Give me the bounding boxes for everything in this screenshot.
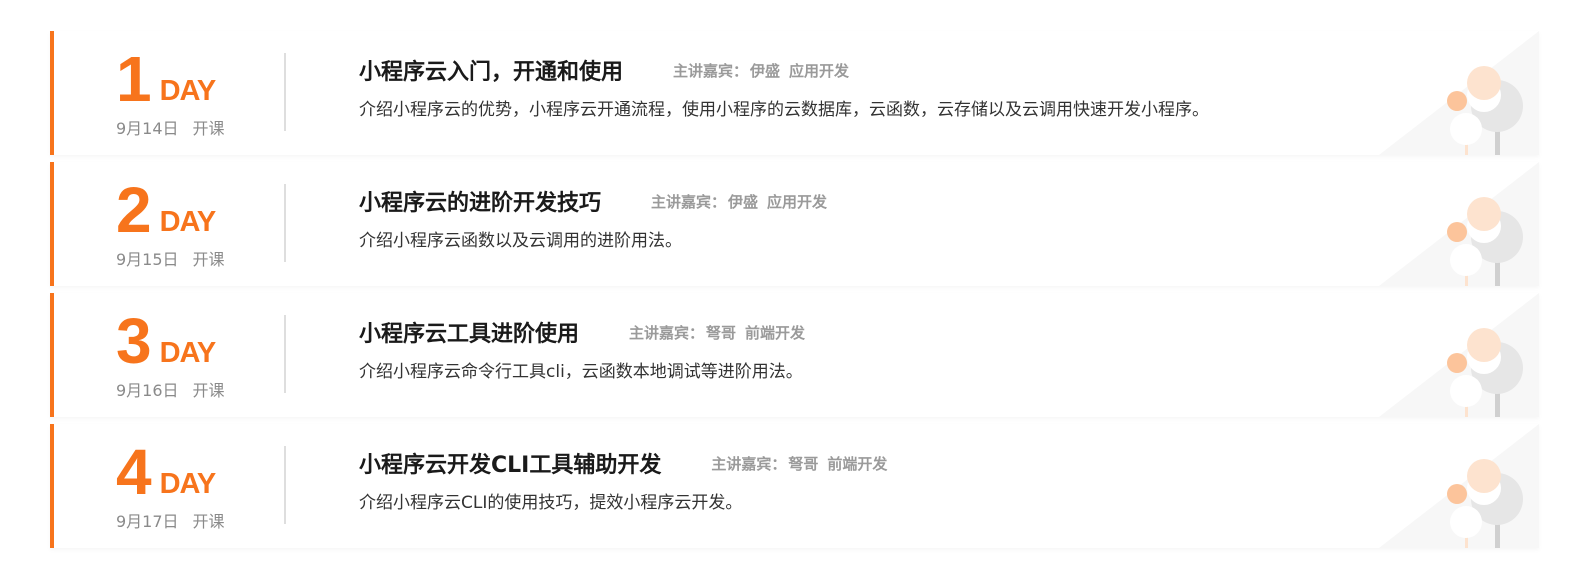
day-label: DAY — [159, 75, 217, 107]
speaker-label: 主讲嘉宾： — [711, 454, 787, 473]
speaker-role: 前端开发 — [827, 454, 888, 473]
course-description: 介绍小程序云CLI的使用技巧，提效小程序云开发。 — [359, 493, 743, 513]
tree-illustration-icon — [1379, 31, 1539, 155]
date-text: 9月16日 — [116, 381, 179, 400]
course-title: 小程序云开发CLI工具辅助开发 — [359, 453, 662, 478]
speaker-name: 伊盛 — [750, 61, 781, 80]
speaker-info: 主讲嘉宾： 弩哥 前端开发 — [711, 453, 887, 474]
speaker-name: 弩哥 — [788, 454, 819, 473]
day-badge: 3 DAY 9月16日 开课 — [116, 305, 256, 401]
day-number: 3 — [116, 305, 152, 377]
course-card-day-2: 2 DAY 9月15日 开课 小程序云的进阶开发技巧 主讲嘉宾： 伊盛 应用开发 介绍… — [50, 162, 1539, 286]
course-schedule-list: 1 DAY 9月14日 开课 小程序云入门，开通和使用 主讲嘉宾： 伊盛 应用开发 介… — [50, 31, 1539, 548]
course-description: 介绍小程序云的优势，小程序云开通流程，使用小程序的云数据库，云函数，云存储以及云… — [359, 100, 1209, 120]
speaker-role: 应用开发 — [789, 61, 850, 80]
start-label: 开课 — [192, 381, 225, 400]
day-badge: 4 DAY 9月17日 开课 — [116, 436, 256, 532]
vertical-divider — [284, 315, 286, 393]
speaker-label: 主讲嘉宾： — [629, 323, 705, 342]
tree-illustration-icon — [1379, 162, 1539, 286]
speaker-name: 弩哥 — [706, 323, 737, 342]
course-card-day-1: 1 DAY 9月14日 开课 小程序云入门，开通和使用 主讲嘉宾： 伊盛 应用开发 介… — [50, 31, 1539, 155]
start-label: 开课 — [192, 119, 225, 138]
start-date: 9月15日 开课 — [116, 246, 256, 270]
course-description: 介绍小程序云命令行工具cli，云函数本地调试等进阶用法。 — [359, 362, 803, 382]
day-number: 4 — [116, 436, 152, 508]
day-badge: 2 DAY 9月15日 开课 — [116, 174, 256, 270]
speaker-info: 主讲嘉宾： 伊盛 应用开发 — [651, 191, 827, 212]
speaker-role: 前端开发 — [745, 323, 806, 342]
vertical-divider — [284, 184, 286, 262]
day-number: 1 — [116, 43, 152, 115]
start-label: 开课 — [192, 512, 225, 531]
course-title: 小程序云的进阶开发技巧 — [359, 191, 602, 216]
course-title: 小程序云入门，开通和使用 — [359, 60, 624, 85]
start-date: 9月16日 开课 — [116, 377, 256, 401]
day-label: DAY — [159, 468, 217, 500]
course-card-day-3: 3 DAY 9月16日 开课 小程序云工具进阶使用 主讲嘉宾： 弩哥 前端开发 介绍小… — [50, 293, 1539, 417]
date-text: 9月15日 — [116, 250, 179, 269]
day-label: DAY — [159, 206, 217, 238]
course-card-day-4: 4 DAY 9月17日 开课 小程序云开发CLI工具辅助开发 主讲嘉宾： 弩哥 前端开… — [50, 424, 1539, 548]
start-label: 开课 — [192, 250, 225, 269]
speaker-label: 主讲嘉宾： — [651, 192, 727, 211]
course-title: 小程序云工具进阶使用 — [359, 322, 580, 347]
day-number: 2 — [116, 174, 152, 246]
course-content: 小程序云入门，开通和使用 主讲嘉宾： 伊盛 应用开发 介绍小程序云的优势，小程序云开… — [359, 53, 1309, 120]
speaker-label: 主讲嘉宾： — [673, 61, 749, 80]
tree-illustration-icon — [1379, 293, 1539, 417]
course-content: 小程序云的进阶开发技巧 主讲嘉宾： 伊盛 应用开发 介绍小程序云函数以及云调用的进阶… — [359, 184, 1309, 251]
date-text: 9月14日 — [116, 119, 179, 138]
start-date: 9月14日 开课 — [116, 115, 256, 139]
vertical-divider — [284, 446, 286, 524]
course-description: 介绍小程序云函数以及云调用的进阶用法。 — [359, 231, 682, 251]
course-content: 小程序云工具进阶使用 主讲嘉宾： 弩哥 前端开发 介绍小程序云命令行工具cli，云函… — [359, 315, 1309, 382]
tree-illustration-icon — [1379, 424, 1539, 548]
date-text: 9月17日 — [116, 512, 179, 531]
course-content: 小程序云开发CLI工具辅助开发 主讲嘉宾： 弩哥 前端开发 介绍小程序云CLI的使用… — [359, 446, 1309, 513]
speaker-info: 主讲嘉宾： 伊盛 应用开发 — [673, 60, 849, 81]
start-date: 9月17日 开课 — [116, 508, 256, 532]
speaker-name: 伊盛 — [728, 192, 759, 211]
speaker-role: 应用开发 — [767, 192, 828, 211]
speaker-info: 主讲嘉宾： 弩哥 前端开发 — [629, 322, 805, 343]
day-badge: 1 DAY 9月14日 开课 — [116, 43, 256, 139]
day-label: DAY — [159, 337, 217, 369]
vertical-divider — [284, 53, 286, 131]
